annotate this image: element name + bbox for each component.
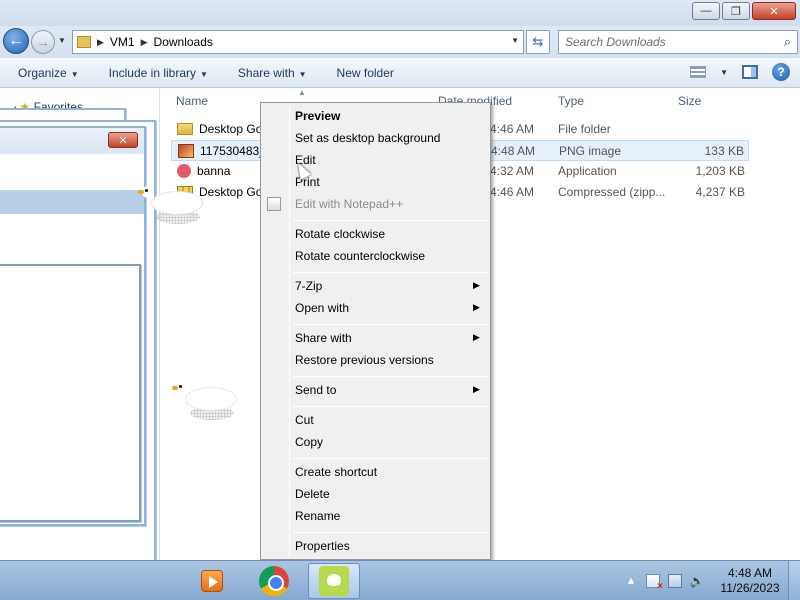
sort-indicator-icon: ▲: [298, 88, 306, 97]
clock-date: 11/26/2023: [720, 581, 780, 595]
folder-icon: [77, 36, 91, 48]
system-tray: ▲ 🔈 4:48 AM 11/26/2023: [616, 561, 800, 600]
column-header-size[interactable]: Size: [678, 94, 701, 108]
menu-item-cut[interactable]: Cut: [295, 413, 314, 433]
view-dropdown-icon[interactable]: ▼: [720, 68, 728, 77]
navigation-bar: ← → ▼ ▶ VM1 ▶ Downloads ▼ ⇆ Search Downl…: [0, 26, 800, 58]
taskbar-chrome[interactable]: [248, 563, 300, 599]
close-button[interactable]: ✕: [752, 2, 796, 20]
breadcrumb-vm1[interactable]: VM1: [110, 35, 135, 49]
menu-item-rotate-clockwise[interactable]: Rotate clockwise: [295, 227, 385, 247]
goose-sprite[interactable]: [172, 382, 236, 420]
menu-item-set-as-desktop-background[interactable]: Set as desktop background: [295, 131, 440, 151]
minimize-button[interactable]: —: [692, 2, 720, 20]
menu-item-delete[interactable]: Delete: [295, 487, 330, 507]
stray-window-panel: [0, 264, 141, 522]
change-view-icon[interactable]: [690, 66, 707, 78]
address-bar[interactable]: ▶ VM1 ▶ Downloads ▼: [72, 30, 524, 54]
menu-item-restore-previous-versions[interactable]: Restore previous versions: [295, 353, 434, 373]
show-hidden-icons-icon[interactable]: ▲: [624, 574, 638, 588]
back-button[interactable]: ←: [3, 28, 29, 54]
menu-item-edit-with-notepad[interactable]: Edit with Notepad++: [295, 197, 403, 217]
preview-pane-icon[interactable]: [742, 65, 758, 79]
address-dropdown-icon[interactable]: ▼: [511, 36, 519, 45]
breadcrumb-separator-icon[interactable]: ▶: [141, 37, 148, 48]
stray-window-titlebar[interactable]: ✕: [0, 128, 144, 154]
breadcrumb-separator-icon[interactable]: ▶: [97, 37, 104, 48]
search-icon[interactable]: ⌕: [784, 34, 791, 50]
application-icon: [177, 164, 191, 178]
help-icon[interactable]: ?: [772, 63, 790, 81]
notepad-icon: [267, 197, 281, 211]
network-icon[interactable]: [668, 574, 682, 588]
refresh-icon[interactable]: ⇆: [526, 30, 550, 54]
title-bar[interactable]: — ❐ ✕: [0, 0, 800, 26]
taskbar-explorer-stack[interactable]: [120, 563, 166, 599]
submenu-arrow-icon: ▶: [473, 384, 480, 394]
new-folder-button[interactable]: New folder: [337, 66, 394, 80]
include-in-library-button[interactable]: Include in library ▼: [109, 66, 208, 80]
folder-icon: [177, 123, 193, 135]
command-bar: Organize ▼ Include in library ▼ Share with…: [0, 58, 800, 88]
menu-item-send-to[interactable]: Send to ▶: [295, 383, 480, 403]
menu-item-copy[interactable]: Copy: [295, 435, 323, 455]
forward-button[interactable]: →: [31, 30, 55, 54]
recent-pages-chevron-icon[interactable]: ▼: [58, 36, 66, 45]
menu-item-create-shortcut[interactable]: Create shortcut: [295, 465, 377, 485]
share-with-button[interactable]: Share with ▼: [238, 66, 307, 80]
taskbar: ▲ 🔈 4:48 AM 11/26/2023: [0, 560, 800, 600]
search-input[interactable]: Search Downloads ⌕: [558, 30, 798, 54]
menu-item-7zip[interactable]: 7-Zip ▶: [295, 279, 480, 299]
menu-item-rotate-counterclockwise[interactable]: Rotate counterclockwise: [295, 249, 425, 269]
column-header-name[interactable]: Name: [176, 94, 208, 108]
taskbar-media-player[interactable]: [186, 563, 238, 599]
submenu-arrow-icon: ▶: [473, 332, 480, 342]
close-icon[interactable]: ✕: [108, 132, 138, 148]
goose-sprite[interactable]: [138, 186, 202, 224]
breadcrumb-downloads[interactable]: Downloads: [154, 35, 213, 49]
png-image-icon: [178, 144, 194, 158]
menu-item-properties[interactable]: Properties: [295, 539, 350, 559]
action-center-flag-icon[interactable]: [646, 574, 663, 592]
search-placeholder: Search Downloads: [565, 35, 666, 49]
organize-button[interactable]: Organize ▼: [18, 66, 79, 80]
menu-item-share-with[interactable]: Share with ▶: [295, 331, 480, 351]
menu-item-open-with[interactable]: Open with ▶: [295, 301, 480, 321]
stray-window-band: [0, 190, 144, 214]
media-player-icon: [201, 570, 223, 592]
taskbar-desktop-goose[interactable]: [308, 563, 360, 599]
clock-time: 4:48 AM: [727, 566, 773, 580]
chrome-icon: [259, 566, 289, 596]
clock[interactable]: 4:48 AM 11/26/2023: [712, 566, 788, 596]
show-desktop-button[interactable]: [788, 561, 800, 600]
volume-icon[interactable]: 🔈: [690, 574, 705, 588]
submenu-arrow-icon: ▶: [473, 302, 480, 312]
column-header-type[interactable]: Type: [558, 94, 584, 108]
maximize-button[interactable]: ❐: [722, 2, 750, 20]
goose-app-icon: [319, 566, 349, 596]
submenu-arrow-icon: ▶: [473, 280, 480, 290]
menu-item-rename[interactable]: Rename: [295, 509, 340, 529]
menu-item-preview[interactable]: Preview: [295, 109, 340, 129]
